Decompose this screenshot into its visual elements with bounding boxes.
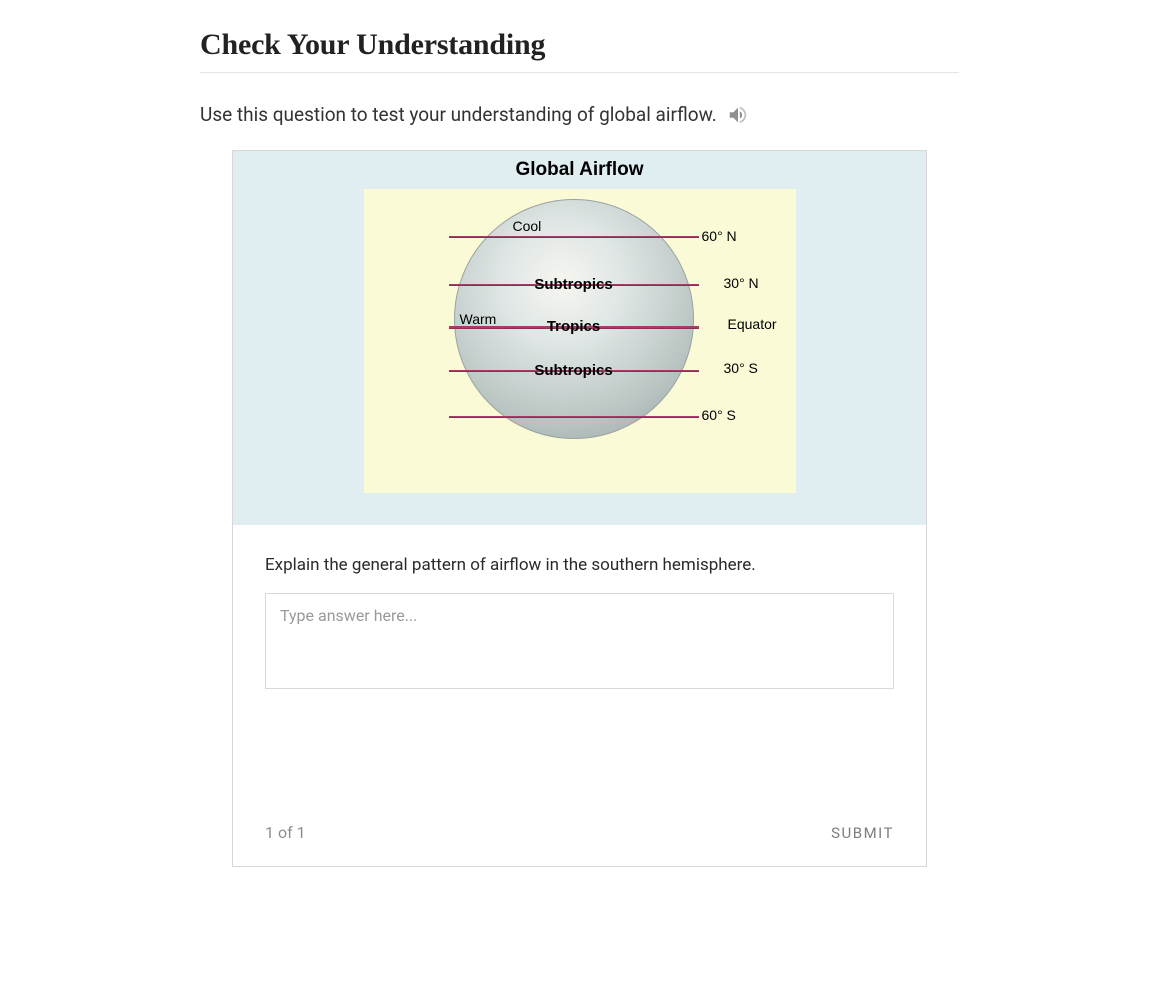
lat-30n: 30° N <box>724 275 759 291</box>
pager: 1 of 1 <box>265 823 306 842</box>
lat-60s: 60° S <box>702 407 736 423</box>
instructions-text: Use this question to test your understan… <box>200 103 717 126</box>
divider <box>200 72 959 73</box>
label-subtropics-n: Subtropics <box>534 276 612 293</box>
figure-inner: Cool Subtropics Tropics Subtropics Warm … <box>364 189 796 493</box>
question-text: Explain the general pattern of airflow i… <box>265 555 894 575</box>
lat-line-60n <box>449 236 699 238</box>
lat-line-60s <box>449 416 699 418</box>
label-subtropics-s: Subtropics <box>534 362 612 379</box>
lat-60n: 60° N <box>702 228 737 244</box>
instructions: Use this question to test your understan… <box>200 103 959 126</box>
page-title: Check Your Understanding <box>200 28 959 62</box>
lat-equator: Equator <box>728 316 777 332</box>
submit-button[interactable]: SUBMIT <box>831 824 894 842</box>
answer-input[interactable] <box>265 593 894 689</box>
globe-diagram: Cool Subtropics Tropics Subtropics Warm … <box>364 195 796 475</box>
figure-area: Global Airflow Cool Subtropics Tro <box>233 151 926 525</box>
question-card: Global Airflow Cool Subtropics Tro <box>232 150 927 867</box>
label-tropics: Tropics <box>547 318 600 335</box>
label-warm: Warm <box>460 311 497 327</box>
label-cool: Cool <box>513 218 542 234</box>
lat-30s: 30° S <box>724 360 758 376</box>
figure-title: Global Airflow <box>233 159 926 181</box>
speaker-icon[interactable] <box>727 104 749 126</box>
